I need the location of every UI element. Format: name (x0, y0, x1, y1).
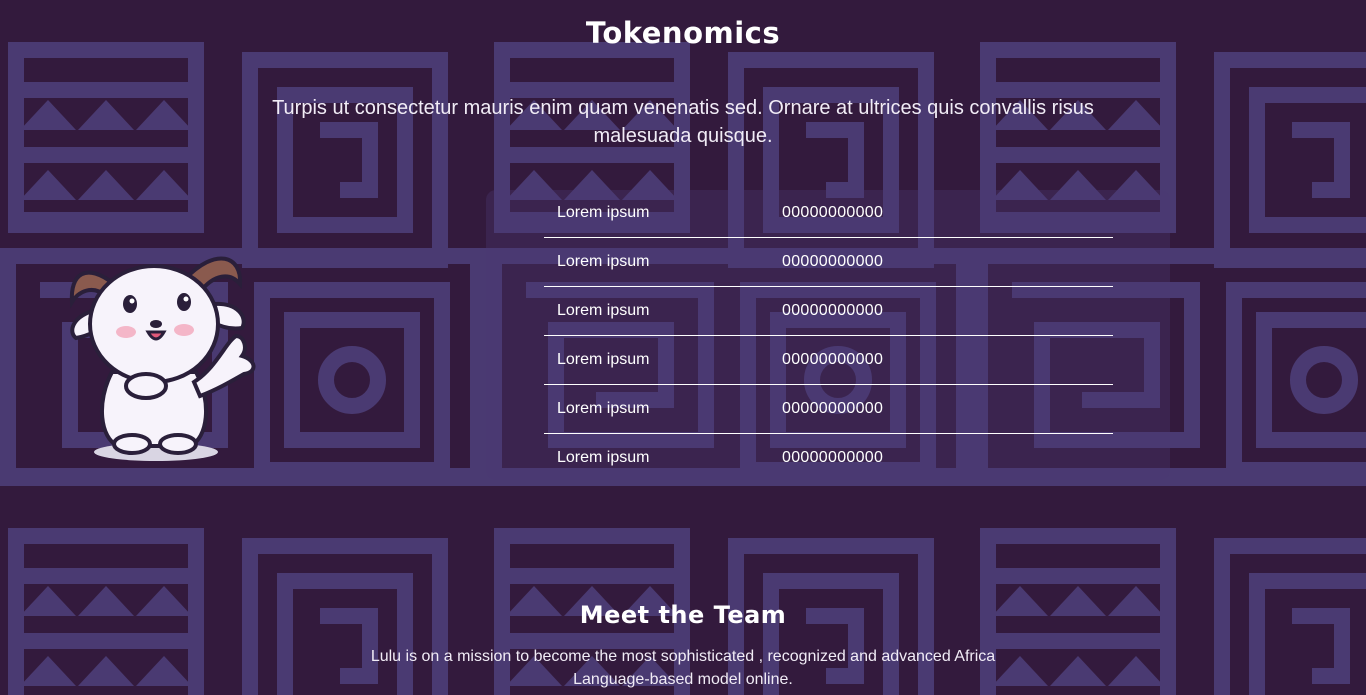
table-row: Lorem ipsum 00000000000 (544, 385, 1113, 434)
row-value: 00000000000 (782, 302, 884, 319)
row-value: 00000000000 (782, 449, 884, 466)
table-row: Lorem ipsum 00000000000 (544, 336, 1113, 385)
row-label: Lorem ipsum (557, 400, 650, 417)
table-row: Lorem ipsum 00000000000 (544, 287, 1113, 336)
team-description: Lulu is on a mission to become the most … (370, 648, 996, 688)
table-row: Lorem ipsum 00000000000 (544, 434, 1113, 483)
page-content: Tokenomics Turpis ut consectetur mauris … (0, 0, 1366, 695)
row-value: 00000000000 (782, 351, 884, 368)
row-label: Lorem ipsum (557, 302, 650, 319)
table-row: Lorem ipsum 00000000000 (544, 189, 1113, 238)
row-value: 00000000000 (782, 400, 884, 417)
table-row: Lorem ipsum 00000000000 (544, 238, 1113, 287)
tokenomics-description: Turpis ut consectetur mauris enim quam v… (272, 97, 1094, 147)
tokenomics-table: Lorem ipsum 00000000000 Lorem ipsum 0000000… (544, 189, 1113, 482)
row-value: 00000000000 (782, 253, 884, 270)
tokenomics-title: Tokenomics (585, 16, 781, 50)
goat-mascot-icon (69, 256, 256, 461)
row-value: 00000000000 (782, 204, 884, 221)
team-title: Meet the Team (579, 601, 787, 629)
row-label: Lorem ipsum (557, 204, 650, 221)
row-label: Lorem ipsum (557, 351, 650, 368)
row-label: Lorem ipsum (557, 449, 650, 466)
row-label: Lorem ipsum (557, 253, 650, 270)
